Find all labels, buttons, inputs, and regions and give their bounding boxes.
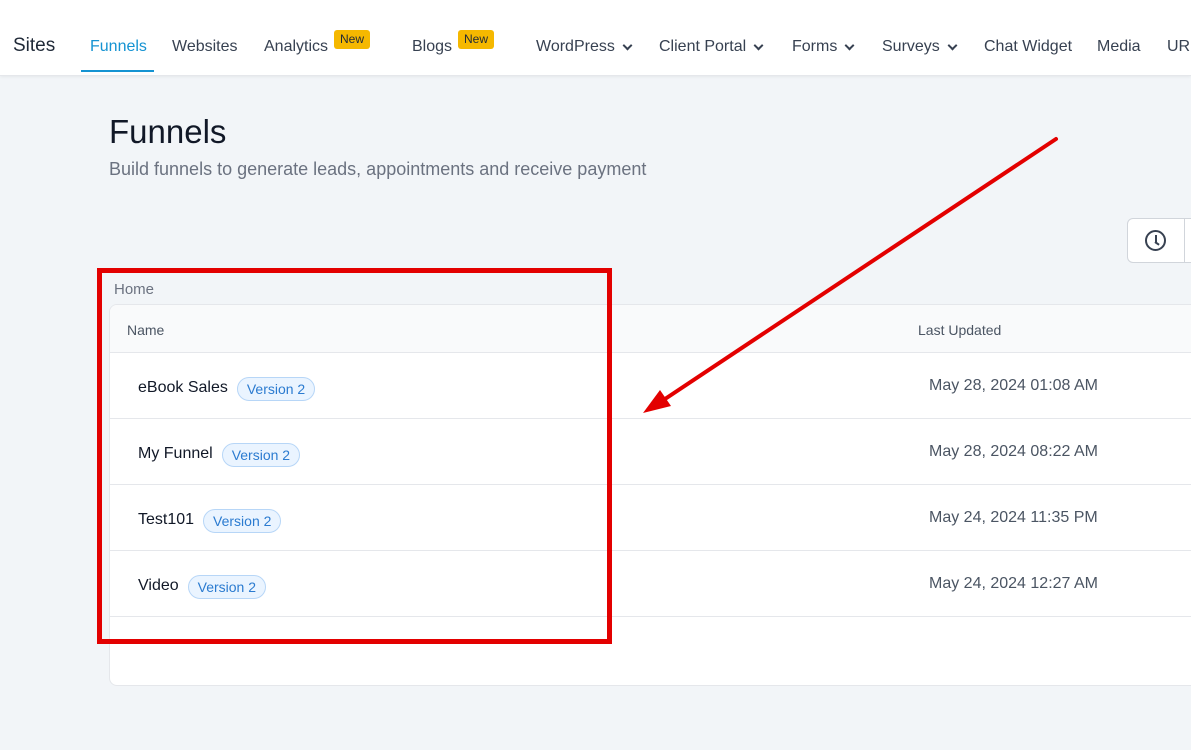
button-divider [1184,218,1185,263]
funnel-name-cell[interactable]: Test101 Version 2 [138,507,282,533]
tab-label: Forms [792,38,838,55]
page-subtitle: Build funnels to generate leads, appoint… [109,159,647,179]
page-title: Funnels [109,113,227,150]
funnel-name: My Funnel [138,445,213,462]
tab-funnels[interactable]: Funnels [90,38,147,56]
table-row[interactable]: My Funnel Version 2 May 28, 2024 08:22 A… [110,419,1191,485]
tab-label: WordPress [536,38,615,55]
funnel-name-cell[interactable]: My Funnel Version 2 [138,441,301,467]
table-row[interactable]: eBook Sales Version 2 May 28, 2024 01:08… [110,353,1191,419]
version-badge: Version 2 [236,377,316,401]
new-badge: New [458,30,495,49]
version-badge: Version 2 [221,443,301,467]
last-updated-cell: May 28, 2024 08:22 AM [929,443,1098,460]
breadcrumb[interactable]: Home [114,281,154,298]
chevron-down-icon [622,40,633,50]
funnel-name: eBook Sales [138,379,228,396]
tab-url[interactable]: URL [1167,38,1191,56]
chevron-down-icon [947,40,958,50]
version-badge: Version 2 [187,575,267,599]
active-tab-indicator [81,70,154,72]
funnel-name: Test101 [138,511,195,528]
table-row[interactable]: Test101 Version 2 May 24, 2024 11:35 PM [110,485,1191,551]
chevron-down-icon [844,40,855,50]
tab-websites[interactable]: Websites [172,38,238,56]
chevron-down-icon [753,40,764,50]
tab-wordpress[interactable]: WordPress [536,38,633,56]
tab-surveys[interactable]: Surveys [882,38,958,56]
nav-brand: Sites [13,35,56,56]
tab-label: Client Portal [659,38,747,55]
tab-client-portal[interactable]: Client Portal [659,38,764,56]
tab-forms[interactable]: Forms [792,38,855,56]
column-header-last-updated[interactable]: Last Updated [918,322,1001,338]
top-navigation: Sites Funnels Websites Analytics New Blo… [0,0,1191,76]
last-updated-cell: May 28, 2024 01:08 AM [929,377,1098,394]
last-updated-cell: May 24, 2024 12:27 AM [929,575,1098,592]
table-header: Name Last Updated [110,305,1191,353]
funnels-table: Name Last Updated eBook Sales Version 2 … [109,304,1191,686]
funnel-name-cell[interactable]: Video Version 2 [138,573,267,599]
table-row[interactable]: Video Version 2 May 24, 2024 12:27 AM [110,551,1191,617]
tab-chat-widget[interactable]: Chat Widget [984,38,1072,56]
tab-blogs[interactable]: Blogs [412,38,452,56]
tab-media[interactable]: Media [1097,38,1141,56]
column-header-name[interactable]: Name [127,322,164,338]
new-badge: New [334,30,371,49]
tab-label: Surveys [882,38,940,55]
clock-icon [1145,230,1166,251]
funnel-name: Video [138,577,179,594]
funnel-name-cell[interactable]: eBook Sales Version 2 [138,375,316,401]
version-badge: Version 2 [203,509,282,533]
tab-analytics[interactable]: Analytics [264,38,328,56]
last-updated-cell: May 24, 2024 11:35 PM [929,509,1098,526]
